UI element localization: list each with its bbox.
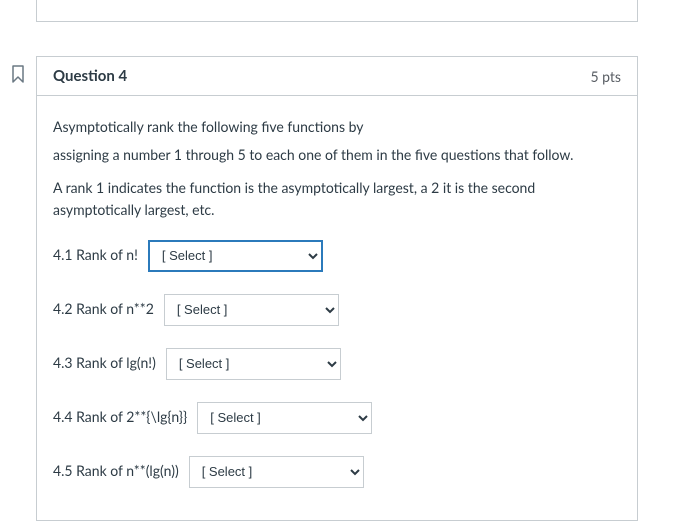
- prompt-line-2: assigning a number 1 through 5 to each o…: [53, 144, 621, 166]
- previous-question-box: [36, 0, 638, 22]
- rank-label-4: 4.4 Rank of 2**{\lg{n}}: [53, 406, 187, 428]
- rank-label-5: 4.5 Rank of n**(lg(n)): [53, 460, 179, 482]
- question-header: Question 4 5 pts: [37, 57, 637, 96]
- rank-label-1: 4.1 Rank of n!: [53, 244, 138, 266]
- bookmark-icon[interactable]: [8, 64, 28, 84]
- question-card: Question 4 5 pts Asymptotically rank the…: [36, 56, 638, 521]
- prompt-line-3: A rank 1 indicates the function is the a…: [53, 177, 621, 222]
- rank-select-4[interactable]: [ Select ]: [197, 402, 372, 434]
- rank-row-2: 4.2 Rank of n**2 [ Select ]: [53, 294, 621, 326]
- rank-row-1: 4.1 Rank of n! [ Select ]: [53, 240, 621, 272]
- rank-select-2[interactable]: [ Select ]: [164, 294, 339, 326]
- rank-label-3: 4.3 Rank of lg(n!): [53, 352, 156, 374]
- question-points: 5 pts: [590, 68, 621, 85]
- rank-select-1[interactable]: [ Select ]: [148, 240, 323, 272]
- question-body: Asymptotically rank the following five f…: [37, 96, 637, 520]
- rank-select-5[interactable]: [ Select ]: [189, 456, 364, 488]
- rank-label-2: 4.2 Rank of n**2: [53, 298, 154, 320]
- rank-row-5: 4.5 Rank of n**(lg(n)) [ Select ]: [53, 456, 621, 488]
- rank-row-4: 4.4 Rank of 2**{\lg{n}} [ Select ]: [53, 402, 621, 434]
- prompt-line-1: Asymptotically rank the following five f…: [53, 116, 621, 138]
- rank-row-3: 4.3 Rank of lg(n!) [ Select ]: [53, 348, 621, 380]
- question-title: Question 4: [53, 67, 127, 85]
- rank-select-3[interactable]: [ Select ]: [166, 348, 341, 380]
